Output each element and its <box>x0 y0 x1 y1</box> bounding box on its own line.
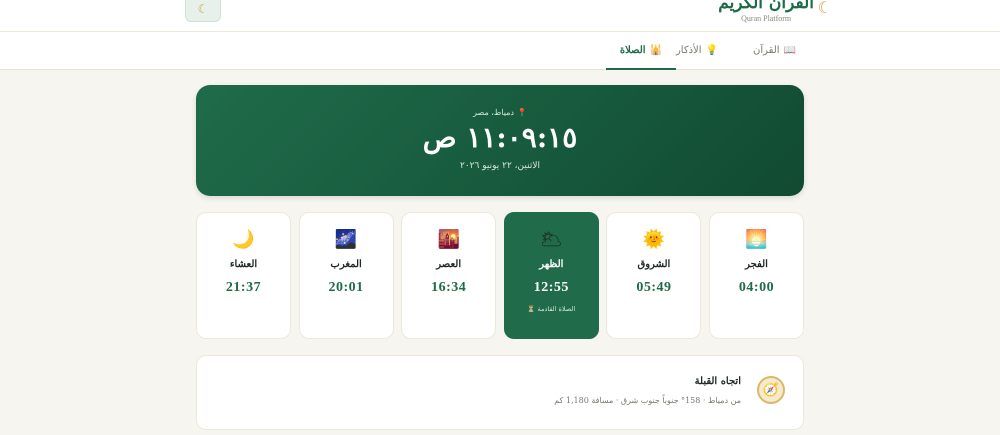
theme-toggle-button[interactable]: ☾ <box>185 0 221 22</box>
prayer-time: 21:37 <box>225 280 262 295</box>
prayer-time: 20:01 <box>328 280 364 295</box>
top-bar: ☾ القرآن الكريم Quran Platform ☾ <box>0 0 1000 32</box>
cloud-sun-icon: 🌥 <box>539 229 563 250</box>
tab-quran[interactable]: 📖 القرآن <box>739 32 810 69</box>
mosque-icon: 🕌 <box>649 44 662 56</box>
prayer-name: المغرب <box>330 259 362 270</box>
prayer-name: الفجر <box>745 259 768 270</box>
next-prayer-badge: الصلاة القادمة ⏳ <box>527 305 576 313</box>
lamp-icon: 💡 <box>705 45 718 56</box>
qibla-details: من دمياط · 158° جنوباً جنوب شرق · مسافة … <box>554 396 741 405</box>
tab-label: الصلاة <box>619 44 646 56</box>
prayer-name: الظهر <box>539 259 564 270</box>
qibla-title: اتجاه القبلة <box>694 376 741 387</box>
night-icon: 🌌 <box>334 229 358 250</box>
prayer-card-isha[interactable]: 🌙 العشاء 21:37 <box>196 212 291 339</box>
current-date: الاثنين، ٢٢ يونيو ٢٠٢٦ <box>460 161 540 171</box>
prayer-name: العشاء <box>229 259 258 270</box>
sun-icon: 🌞 <box>642 229 666 250</box>
book-icon: 📖 <box>783 45 796 56</box>
logo-title: القرآن الكريم <box>718 0 814 13</box>
prayer-time: 05:49 <box>636 280 672 295</box>
sunrise-icon: 🌅 <box>745 229 768 250</box>
location-line: 📍 دمياط، مصر <box>196 108 804 117</box>
prayer-card-asr[interactable]: 🌇 العصر 16:34 <box>401 212 497 339</box>
prayer-name: الشروق <box>637 259 671 270</box>
clock-banner: 📍 دمياط، مصر ١١:٠٩:١٥ ص الاثنين، ٢٢ يوني… <box>196 85 804 196</box>
location-text: دمياط، مصر <box>473 108 514 117</box>
sunset-icon: 🌇 <box>437 229 460 250</box>
tab-prayer[interactable]: 🕌 الصلاة <box>605 32 676 70</box>
prayer-times-grid: 🌅 الفجر 04:00 🌞 الشروق 05:49 🌥 الظهر 12:… <box>196 212 804 339</box>
tab-label: الأذكار <box>675 45 702 56</box>
location-pin-icon: 📍 <box>516 108 527 117</box>
prayer-time: 04:00 <box>738 280 775 295</box>
prayer-card-dhuhr[interactable]: 🌥 الظهر 12:55 الصلاة القادمة ⏳ <box>503 212 599 339</box>
compass-icon: 🧭 <box>757 376 785 404</box>
current-time: ١١:٠٩:١٥ ص <box>422 121 578 154</box>
prayer-card-fajr[interactable]: 🌅 الفجر 04:00 <box>709 212 804 339</box>
prayer-time: 16:34 <box>431 280 467 295</box>
prayer-card-sunrise[interactable]: 🌞 الشروق 05:49 <box>606 212 702 339</box>
prayer-time: 12:55 <box>533 280 569 295</box>
moon-icon: ☾ <box>197 2 209 16</box>
tab-label: القرآن <box>753 45 780 56</box>
app-logo[interactable]: ☾ القرآن الكريم Quran Platform <box>718 0 832 24</box>
logo-subtitle: Quran Platform <box>741 14 792 23</box>
crescent-icon: 🌙 <box>232 229 255 250</box>
prayer-card-maghrib[interactable]: 🌌 المغرب 20:01 <box>298 212 394 339</box>
crescent-logo-icon: ☾ <box>817 0 832 17</box>
prayer-name: العصر <box>436 259 462 270</box>
qibla-card[interactable]: 🧭 اتجاه القبلة من دمياط · 158° جنوباً جن… <box>196 355 804 430</box>
tab-bar: 📖 القرآن 💡 الأذكار 🕌 الصلاة <box>0 32 1000 70</box>
